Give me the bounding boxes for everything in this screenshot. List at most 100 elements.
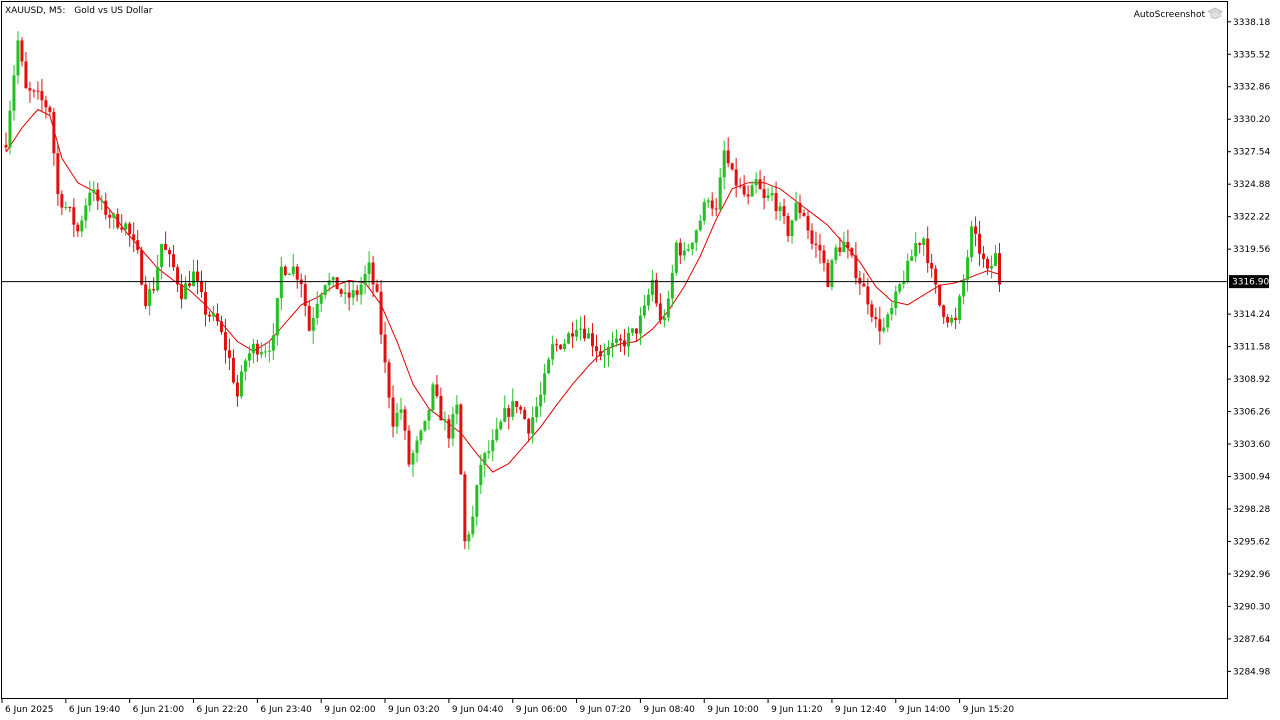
candle-body [439, 395, 443, 421]
candle-body [287, 273, 291, 275]
candle-body [814, 243, 818, 246]
candle-body [998, 253, 1002, 285]
candle-body [826, 262, 830, 287]
candle-body [666, 298, 670, 318]
y-tick-label: 3338.18 [1233, 18, 1270, 28]
candle-body [842, 241, 846, 253]
chart-description: Gold vs US Dollar [74, 6, 153, 16]
candle-body [698, 220, 702, 231]
candle-body [88, 192, 92, 206]
candle-body [403, 409, 407, 431]
autoscreenshot-label: AutoScreenshot [1134, 10, 1206, 20]
y-tick-label: 3300.94 [1233, 473, 1270, 483]
candle-body [479, 464, 483, 486]
candle-body [319, 295, 323, 304]
candle [830, 258, 834, 291]
candle-body [192, 271, 196, 287]
candle-body [375, 284, 379, 292]
candle-body [902, 281, 906, 285]
candle-body [726, 150, 730, 164]
candle-body [231, 357, 235, 383]
candle-body [391, 397, 395, 427]
y-tick-label: 3319.56 [1233, 245, 1270, 255]
x-tick-label: 9 Jun 07:20 [580, 705, 632, 715]
x-tick-label: 9 Jun 03:20 [388, 705, 440, 715]
candle-body [830, 260, 834, 287]
x-tick-label: 9 Jun 02:00 [324, 705, 376, 715]
candle-body [144, 284, 148, 307]
candle-body [802, 213, 806, 216]
candle-body [630, 328, 634, 333]
candle-body [535, 406, 539, 418]
candle-body [140, 250, 144, 285]
candle-body [670, 272, 674, 299]
x-tick-label: 6 Jun 23:40 [260, 705, 312, 715]
candle-body [80, 220, 84, 232]
candle-body [846, 241, 850, 249]
y-tick-label: 3324.88 [1233, 180, 1270, 190]
x-tick-label: 9 Jun 11:20 [771, 705, 823, 715]
candle-body [459, 404, 463, 475]
y-tick-label: 3314.24 [1233, 310, 1270, 320]
candle-body [56, 153, 60, 195]
candle [431, 382, 435, 413]
candle-body [886, 314, 890, 328]
candle-body [188, 283, 192, 287]
candle-body [267, 350, 271, 352]
candle-body [347, 292, 351, 298]
candle [567, 331, 571, 345]
candle-body [443, 419, 447, 421]
candle [958, 294, 962, 324]
price-axis[interactable]: 3338.18 3335.52 3332.86 3330.20 3327.54 3324.… [1227, 18, 1270, 678]
candle-body [16, 40, 20, 76]
candle-body [415, 440, 419, 454]
candle-body [184, 283, 188, 300]
y-tick-label: 3292.96 [1233, 570, 1270, 580]
candle-body [950, 317, 954, 323]
candle-body [156, 266, 160, 291]
candle-body [407, 430, 411, 465]
candle-body [196, 271, 200, 281]
candle-body [818, 245, 822, 251]
candle-body [898, 284, 902, 292]
candle-body [204, 292, 207, 315]
candle-body [20, 40, 24, 62]
candle-body [52, 111, 56, 154]
candle-body [766, 195, 770, 199]
candle-body [770, 193, 774, 196]
candle-body [343, 292, 347, 294]
candle-body [279, 266, 283, 299]
candle-body [435, 384, 439, 396]
candle-body [383, 334, 387, 363]
candle-body [730, 163, 734, 170]
candle-body [603, 355, 606, 357]
candle-body [327, 280, 331, 286]
price-chart[interactable]: 3338.18 3335.52 3332.86 3330.20 3327.54 3324.… [0, 0, 1280, 720]
candle-body [654, 279, 658, 304]
candle-body [32, 90, 36, 92]
candle-body [259, 351, 263, 355]
candle-body [160, 243, 164, 267]
candle-body [930, 263, 934, 269]
candle-body [136, 240, 140, 251]
candle-body [778, 206, 782, 212]
candle-body [706, 200, 710, 203]
candle-body [451, 414, 455, 439]
candle-body [878, 319, 882, 332]
candle-body [507, 408, 511, 417]
candle-body [64, 207, 68, 209]
x-tick-label: 6 Jun 21:00 [133, 705, 185, 715]
candle-body [467, 534, 471, 542]
y-tick-label: 3287.64 [1233, 635, 1270, 645]
candle-body [662, 317, 666, 321]
candle-body [215, 313, 219, 322]
candle-body [806, 215, 810, 231]
y-tick-label: 3284.98 [1233, 667, 1270, 677]
candle-body [822, 250, 826, 263]
candle-body [168, 249, 172, 255]
candle-body [120, 227, 124, 230]
y-tick-label: 3322.22 [1233, 213, 1270, 223]
candle-body [271, 335, 275, 351]
candle-body [263, 351, 267, 353]
candle-body [180, 284, 184, 300]
